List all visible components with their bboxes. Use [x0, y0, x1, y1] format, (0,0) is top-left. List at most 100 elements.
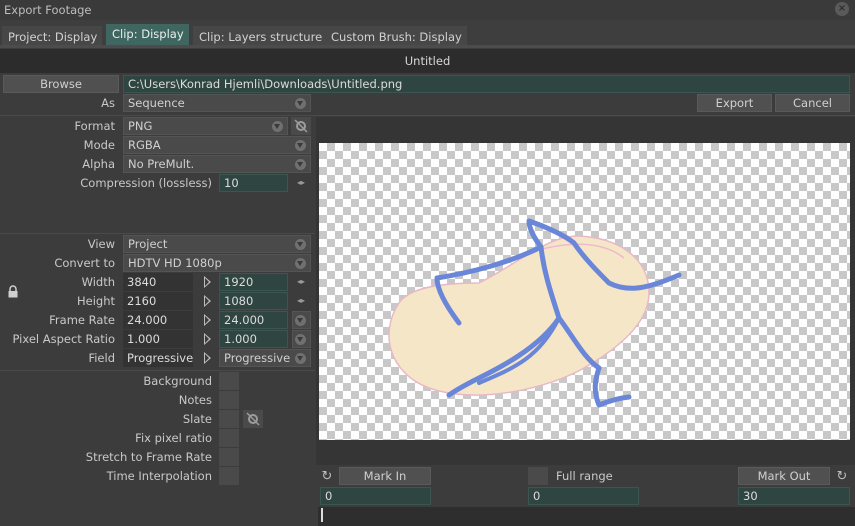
timeline-cursor[interactable]	[321, 508, 323, 522]
background-checkbox[interactable]	[219, 372, 239, 390]
as-label: As	[101, 96, 115, 110]
as-select[interactable]: Sequence	[123, 94, 311, 112]
mode-label: Mode	[83, 138, 115, 152]
option-label: Notes	[178, 393, 212, 407]
compression-stepper-icon[interactable]: ◂▸	[297, 174, 305, 192]
chevron-down-icon	[295, 98, 306, 109]
play-arrow-icon[interactable]	[204, 276, 211, 288]
clip-title: Untitled	[0, 49, 855, 73]
close-icon[interactable]: ×	[835, 2, 849, 16]
divider	[0, 370, 315, 371]
mark-in-button[interactable]: Mark In	[339, 467, 431, 485]
time-interpolation-checkbox[interactable]	[219, 467, 239, 485]
chevron-down-icon	[272, 121, 283, 132]
format-label: Format	[74, 119, 115, 133]
width-stepper-icon[interactable]: ◂▸	[297, 273, 305, 291]
window-title: Export Footage	[4, 3, 92, 17]
par-label: Pixel Aspect Ratio	[12, 332, 115, 346]
option-label: Background	[143, 374, 212, 388]
compression-input[interactable]: 10	[219, 174, 288, 192]
view-select[interactable]: Project	[123, 235, 311, 253]
browse-button[interactable]: Browse	[3, 75, 119, 93]
notes-checkbox[interactable]	[219, 391, 239, 409]
par-source-value: 1.000	[123, 330, 193, 348]
slate-checkbox[interactable]	[219, 410, 239, 428]
option-label: Stretch to Frame Rate	[85, 450, 212, 464]
height-input[interactable]: 1080	[219, 292, 288, 310]
chevron-down-icon	[295, 353, 306, 364]
gear-icon	[294, 119, 308, 133]
chevron-down-icon	[295, 258, 306, 269]
format-settings-button[interactable]	[291, 117, 311, 135]
height-stepper-icon[interactable]: ◂▸	[297, 292, 305, 310]
full-range-input[interactable]: 0	[528, 487, 639, 505]
play-arrow-icon[interactable]	[204, 333, 211, 345]
height-source-value: 2160	[123, 292, 193, 310]
mark-in-input[interactable]: 0	[320, 487, 431, 505]
framerate-label: Frame Rate	[49, 313, 115, 327]
field-source-value: Progressive	[123, 349, 193, 367]
chevron-down-icon	[295, 315, 306, 326]
option-label: Time Interpolation	[106, 469, 212, 483]
fix-pixel-ratio-checkbox[interactable]	[219, 429, 239, 447]
framerate-input[interactable]: 24.000	[219, 311, 288, 329]
tab-bar: Project: Display Clip: Display Clip: Lay…	[0, 20, 855, 46]
stretch-frame-rate-checkbox[interactable]	[219, 448, 239, 466]
alpha-select[interactable]: No PreMult.	[123, 155, 311, 173]
height-label: Height	[76, 294, 115, 308]
view-label: View	[87, 237, 115, 251]
convert-label: Convert to	[54, 256, 115, 270]
format-select[interactable]: PNG	[123, 117, 288, 135]
convert-select[interactable]: HDTV HD 1080p	[123, 254, 311, 272]
chevron-down-icon	[295, 140, 306, 151]
full-range-checkbox[interactable]	[528, 467, 548, 485]
chevron-down-icon	[295, 239, 306, 250]
view-select-value: Project	[128, 237, 168, 251]
mode-select-value: RGBA	[128, 138, 161, 152]
preview-canvas	[319, 143, 850, 440]
cancel-button[interactable]: Cancel	[775, 94, 850, 112]
play-arrow-icon[interactable]	[204, 295, 211, 307]
timeline-scrubber[interactable]	[318, 507, 855, 526]
chevron-down-icon	[295, 159, 306, 170]
play-arrow-icon[interactable]	[204, 314, 211, 326]
tab-clip-layers-structure[interactable]: Clip: Layers structure	[193, 26, 328, 46]
divider	[0, 115, 855, 116]
field-select[interactable]: Progressive	[219, 349, 311, 367]
tab-underline	[0, 45, 855, 48]
gear-icon	[246, 412, 260, 426]
reset-mark-out-icon[interactable]: ↻	[835, 470, 849, 484]
convert-select-value: HDTV HD 1080p	[128, 256, 222, 270]
tab-project-display[interactable]: Project: Display	[2, 26, 103, 46]
preview-drawing	[388, 218, 682, 408]
par-dropdown[interactable]	[292, 330, 311, 348]
file-path-input[interactable]: C:\Users\Konrad Hjemli\Downloads\Untitle…	[123, 75, 850, 93]
window-titlebar: Export Footage ×	[0, 0, 855, 20]
framerate-dropdown[interactable]	[292, 311, 311, 329]
field-select-value: Progressive	[224, 351, 291, 365]
framerate-source-value: 24.000	[123, 311, 193, 329]
export-button[interactable]: Export	[697, 94, 772, 112]
alpha-select-value: No PreMult.	[128, 157, 195, 171]
width-label: Width	[81, 275, 115, 289]
play-arrow-icon[interactable]	[204, 352, 211, 364]
format-select-value: PNG	[128, 119, 153, 133]
reset-mark-in-icon[interactable]: ↻	[320, 470, 334, 484]
option-label: Slate	[182, 412, 212, 426]
mark-out-input[interactable]: 30	[738, 487, 850, 505]
compression-label: Compression (lossless)	[80, 176, 212, 190]
as-select-value: Sequence	[128, 96, 185, 110]
slate-settings-button[interactable]	[243, 410, 263, 428]
width-input[interactable]: 1920	[219, 273, 288, 291]
alpha-label: Alpha	[82, 157, 115, 171]
chevron-down-icon	[295, 334, 306, 345]
option-label: Fix pixel ratio	[135, 431, 212, 445]
mark-out-button[interactable]: Mark Out	[738, 467, 830, 485]
mode-select[interactable]: RGBA	[123, 136, 311, 154]
tab-clip-display[interactable]: Clip: Display	[106, 24, 189, 46]
field-label: Field	[88, 351, 115, 365]
cream-blob	[388, 235, 650, 396]
tab-custom-brush-display[interactable]: Custom Brush: Display	[325, 26, 467, 46]
par-input[interactable]: 1.000	[219, 330, 288, 348]
full-range-label: Full range	[556, 469, 613, 483]
